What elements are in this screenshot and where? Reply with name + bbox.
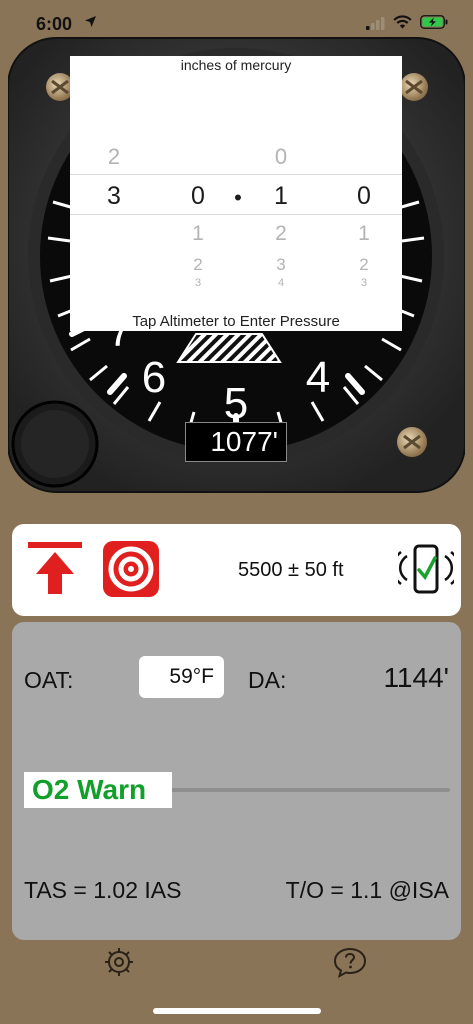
battery-charging-icon [420,15,448,29]
picker-item: 1 [358,222,370,245]
picker-item: 2 [193,255,203,274]
picker-item: 2 [107,144,121,169]
picker-selected-item: 1 [274,182,288,210]
target-icon[interactable] [102,540,160,598]
dial-number-5: 5 [224,379,248,428]
picker-column-hundredths[interactable]: 0 1 2 3 4 [261,144,301,296]
decimal-point: • [234,185,242,210]
home-indicator[interactable] [153,1008,321,1014]
picker-item: 3 [276,255,286,274]
picker-column-ones[interactable]: 2 3 [94,144,134,218]
oat-label: OAT: [24,667,74,693]
target-altitude: 5500 ± 50 ft [238,559,344,581]
o2-warn-badge[interactable]: O2 Warn [24,772,172,808]
picker-item: 3 [360,277,368,289]
wifi-icon [393,15,412,29]
altitude-mark-icon[interactable] [26,540,84,596]
picker-column-tenths[interactable]: 0 1 2 3 [178,144,218,296]
gear-icon[interactable] [103,946,135,978]
pressure-picker[interactable]: inches of mercury 2 3 0 1 2 3 • 0 1 2 3 … [70,56,402,331]
help-icon[interactable] [333,946,367,978]
picker-item: 2 [275,222,287,245]
status-time: 6:00 [36,14,73,34]
picker-item: 3 [194,277,202,289]
info-card: OAT: 59°F DA: 1144' O2 Warn TAS = 1.02 I… [12,622,461,940]
da-label: DA: [248,667,287,693]
location-arrow-icon [85,16,96,27]
da-value: 1144' [383,662,449,693]
phone-connected-icon[interactable] [398,544,454,596]
dial-number-6: 6 [142,353,166,402]
pressure-card: 5500 ± 50 ft [12,524,461,616]
picker-selected-item: 0 [191,182,205,210]
dial-number-4: 4 [306,353,330,402]
picker-item: 4 [277,277,285,289]
picker-column-decimal: • [218,144,258,218]
picker-item: 1 [192,222,204,245]
takeoff-text: T/O = 1.1 @ISA [285,877,449,903]
picker-column-thousandths[interactable]: 0 1 2 3 [344,144,384,296]
cellular-signal-icon [366,17,385,30]
oat-field[interactable]: 59°F [139,656,224,698]
picker-footer: Tap Altimeter to Enter Pressure [132,313,340,330]
picker-selected-item: 0 [357,182,371,210]
picker-title: inches of mercury [180,57,292,73]
tas-text: TAS = 1.02 IAS [24,877,182,903]
picker-item: 2 [359,255,369,274]
altitude-readout: 1077' [185,422,287,462]
picker-selected-item: 3 [107,182,121,210]
picker-item: 0 [274,144,288,169]
